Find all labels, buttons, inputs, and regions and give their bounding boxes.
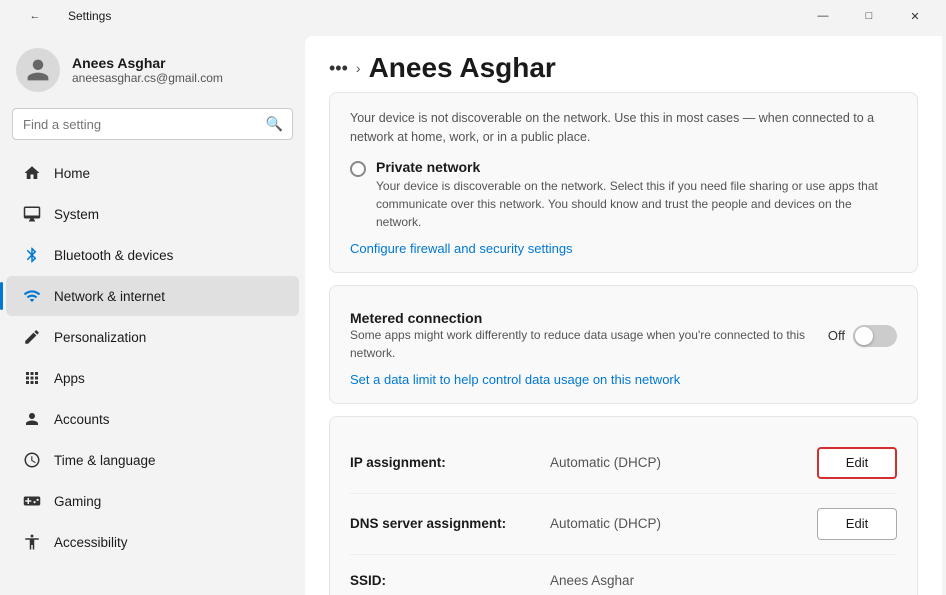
metered-desc: Some apps might work differently to redu…	[350, 326, 828, 362]
ip-assignment-edit-button[interactable]: Edit	[817, 447, 897, 479]
private-network-radio[interactable]	[350, 161, 366, 177]
ip-assignment-label: IP assignment:	[350, 455, 550, 470]
sidebar-item-personalization-label: Personalization	[54, 330, 146, 345]
ssid-value: Anees Asghar	[550, 573, 634, 588]
ssid-fields: SSID: Anees Asghar Protocol: Wi-Fi 4 (80…	[350, 569, 817, 595]
user-avatar-icon	[25, 57, 51, 83]
sidebar-item-home-label: Home	[54, 166, 90, 181]
ip-assignment-row: IP assignment: Automatic (DHCP) Edit	[350, 433, 897, 494]
search-input[interactable]	[12, 108, 293, 140]
dns-assignment-edit-button[interactable]: Edit	[817, 508, 897, 540]
metered-toggle[interactable]	[853, 325, 897, 347]
sidebar-item-network[interactable]: Network & internet	[6, 276, 299, 316]
sidebar-item-network-label: Network & internet	[54, 289, 165, 304]
sidebar-item-time[interactable]: Time & language	[6, 440, 299, 480]
ssid-row: SSID: Anees Asghar	[350, 569, 817, 592]
toggle-wrap: Off	[828, 325, 897, 347]
metered-connection-block: Metered connection Some apps might work …	[329, 285, 918, 404]
ip-dns-block: IP assignment: Automatic (DHCP) Edit DNS…	[329, 416, 918, 595]
metered-title: Metered connection	[350, 310, 828, 326]
sidebar-item-time-label: Time & language	[54, 453, 156, 468]
nav-list: Home System Bluetooth & devices Network …	[0, 148, 305, 595]
ssid-block-row: SSID: Anees Asghar Protocol: Wi-Fi 4 (80…	[350, 555, 897, 595]
user-email: aneesasghar.cs@gmail.com	[72, 71, 223, 85]
sidebar-item-apps[interactable]: Apps	[6, 358, 299, 398]
breadcrumb-dots[interactable]: •••	[329, 58, 348, 79]
dns-assignment-value: Automatic (DHCP)	[550, 516, 817, 531]
user-name: Anees Asghar	[72, 55, 223, 71]
back-button[interactable]: ←	[12, 0, 58, 32]
sidebar-item-accounts-label: Accounts	[54, 412, 110, 427]
content-area: ••• › Anees Asghar Your device is not di…	[305, 36, 942, 595]
sidebar-item-personalization[interactable]: Personalization	[6, 317, 299, 357]
data-limit-link[interactable]: Set a data limit to help control data us…	[350, 372, 897, 387]
dns-assignment-row: DNS server assignment: Automatic (DHCP) …	[350, 494, 897, 555]
sidebar-item-bluetooth-label: Bluetooth & devices	[54, 248, 173, 263]
ssid-label: SSID:	[350, 573, 550, 588]
page-title: Anees Asghar	[369, 52, 556, 84]
protocol-row: Protocol: Wi-Fi 4 (802.11n)	[350, 592, 817, 595]
private-network-desc: Your device is discoverable on the netwo…	[376, 177, 897, 231]
home-icon	[22, 163, 42, 183]
time-icon	[22, 450, 42, 470]
personalization-icon	[22, 327, 42, 347]
apps-icon	[22, 368, 42, 388]
sidebar-item-system-label: System	[54, 207, 99, 222]
app-title: Settings	[68, 9, 111, 23]
bluetooth-icon	[22, 245, 42, 265]
sidebar-item-accounts[interactable]: Accounts	[6, 399, 299, 439]
network-icon	[22, 286, 42, 306]
avatar	[16, 48, 60, 92]
metered-left: Metered connection Some apps might work …	[350, 310, 828, 362]
user-info: Anees Asghar aneesasghar.cs@gmail.com	[72, 55, 223, 85]
window-controls: — □ ✕	[800, 0, 938, 32]
private-network-option[interactable]: Private network Your device is discovera…	[350, 159, 897, 231]
sidebar-item-home[interactable]: Home	[6, 153, 299, 193]
sidebar-item-bluetooth[interactable]: Bluetooth & devices	[6, 235, 299, 275]
sidebar-item-system[interactable]: System	[6, 194, 299, 234]
content-header: ••• › Anees Asghar	[305, 36, 942, 92]
sidebar-item-gaming-label: Gaming	[54, 494, 101, 509]
sidebar-item-accessibility[interactable]: Accessibility	[6, 522, 299, 562]
maximize-button[interactable]: □	[846, 0, 892, 32]
ip-assignment-value: Automatic (DHCP)	[550, 455, 817, 470]
sidebar-item-gaming[interactable]: Gaming	[6, 481, 299, 521]
breadcrumb-arrow: ›	[356, 60, 361, 76]
firewall-link[interactable]: Configure firewall and security settings	[350, 241, 897, 256]
dns-assignment-label: DNS server assignment:	[350, 516, 550, 531]
app-body: Anees Asghar aneesasghar.cs@gmail.com 🔍 …	[0, 32, 946, 595]
close-button[interactable]: ✕	[892, 0, 938, 32]
content-scroll: Your device is not discoverable on the n…	[305, 92, 942, 595]
search-box: 🔍	[12, 108, 293, 140]
private-network-label: Private network	[376, 159, 897, 175]
toggle-knob	[855, 327, 873, 345]
accounts-icon	[22, 409, 42, 429]
sidebar: Anees Asghar aneesasghar.cs@gmail.com 🔍 …	[0, 32, 305, 595]
minimize-button[interactable]: —	[800, 0, 846, 32]
notice-text: Your device is not discoverable on the n…	[350, 109, 897, 147]
system-icon	[22, 204, 42, 224]
sidebar-item-apps-label: Apps	[54, 371, 85, 386]
user-profile[interactable]: Anees Asghar aneesasghar.cs@gmail.com	[0, 32, 305, 104]
metered-row: Metered connection Some apps might work …	[350, 310, 897, 362]
titlebar: ← Settings — □ ✕	[0, 0, 946, 32]
private-network-info: Private network Your device is discovera…	[376, 159, 897, 231]
titlebar-left: ← Settings	[12, 0, 111, 32]
accessibility-icon	[22, 532, 42, 552]
sidebar-item-accessibility-label: Accessibility	[54, 535, 128, 550]
toggle-label: Off	[828, 328, 845, 343]
gaming-icon	[22, 491, 42, 511]
network-profile-block: Your device is not discoverable on the n…	[329, 92, 918, 273]
